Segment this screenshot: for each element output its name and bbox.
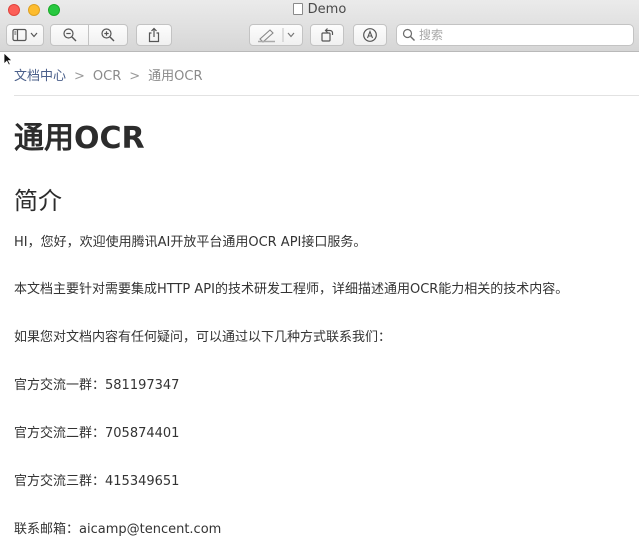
mouse-cursor-icon [3,52,13,66]
breadcrumb-item-ocr[interactable]: OCR [93,69,121,84]
paragraph-email: 联系邮箱：aicamp@tencent.com [14,522,222,537]
breadcrumb-separator: > [74,69,85,84]
search-input[interactable] [419,26,627,44]
page-title: 通用OCR [14,121,145,156]
highlighter-icon [258,28,295,43]
highlight-button[interactable] [249,24,303,46]
zoom-out-button[interactable] [50,24,89,46]
paragraph-group-3: 官方交流三群：415349651 [14,474,180,489]
markup-button[interactable] [353,24,387,46]
search-icon [402,28,415,41]
zoom-in-icon [101,28,115,42]
document-icon [292,3,303,15]
section-title: 简介 [14,187,62,215]
share-button[interactable] [136,24,172,46]
divider [14,95,639,96]
paragraph-group-2: 官方交流二群：705874401 [14,426,180,441]
window-title-container: Demo [0,2,639,18]
rotate-button[interactable] [310,24,344,46]
breadcrumb-separator: > [129,69,141,84]
breadcrumb-item-current: 通用OCR [148,69,203,84]
document-content: 文档中心 > OCR > 通用OCR 通用OCR 简介 HI，您好，欢迎使用腾讯AI开放… [0,53,639,547]
search-field[interactable] [396,24,634,46]
sidebar-toggle-icon [12,28,38,42]
window-title: Demo [307,2,347,17]
preview-window: Demo 搜索 文档中心 > OCR > 通用OCR 通用OCR 简介 HI，您… [0,0,639,547]
breadcrumb: 文档中心 > OCR > 通用OCR [14,65,203,84]
markup-icon [363,28,377,42]
breadcrumb-item-docs[interactable]: 文档中心 [14,69,66,84]
rotate-icon [321,28,334,42]
zoom-in-button[interactable] [88,24,128,46]
paragraph-group-1: 官方交流一群：581197347 [14,378,180,393]
paragraph-intro: 本文档主要针对需要集成HTTP API的技术研发工程师，详细描述通用OCR能力相… [14,282,569,297]
paragraph-contact: 如果您对文档内容有任何疑问，可以通过以下几种方式联系我们： [14,330,392,345]
zoom-out-icon [62,28,76,42]
paragraph-welcome: HI，您好，欢迎使用腾讯AI开放平台通用OCR API接口服务。 [14,235,367,250]
sidebar-toggle-button[interactable] [6,24,44,46]
share-icon [148,27,160,43]
title-bar: Demo [0,0,639,52]
